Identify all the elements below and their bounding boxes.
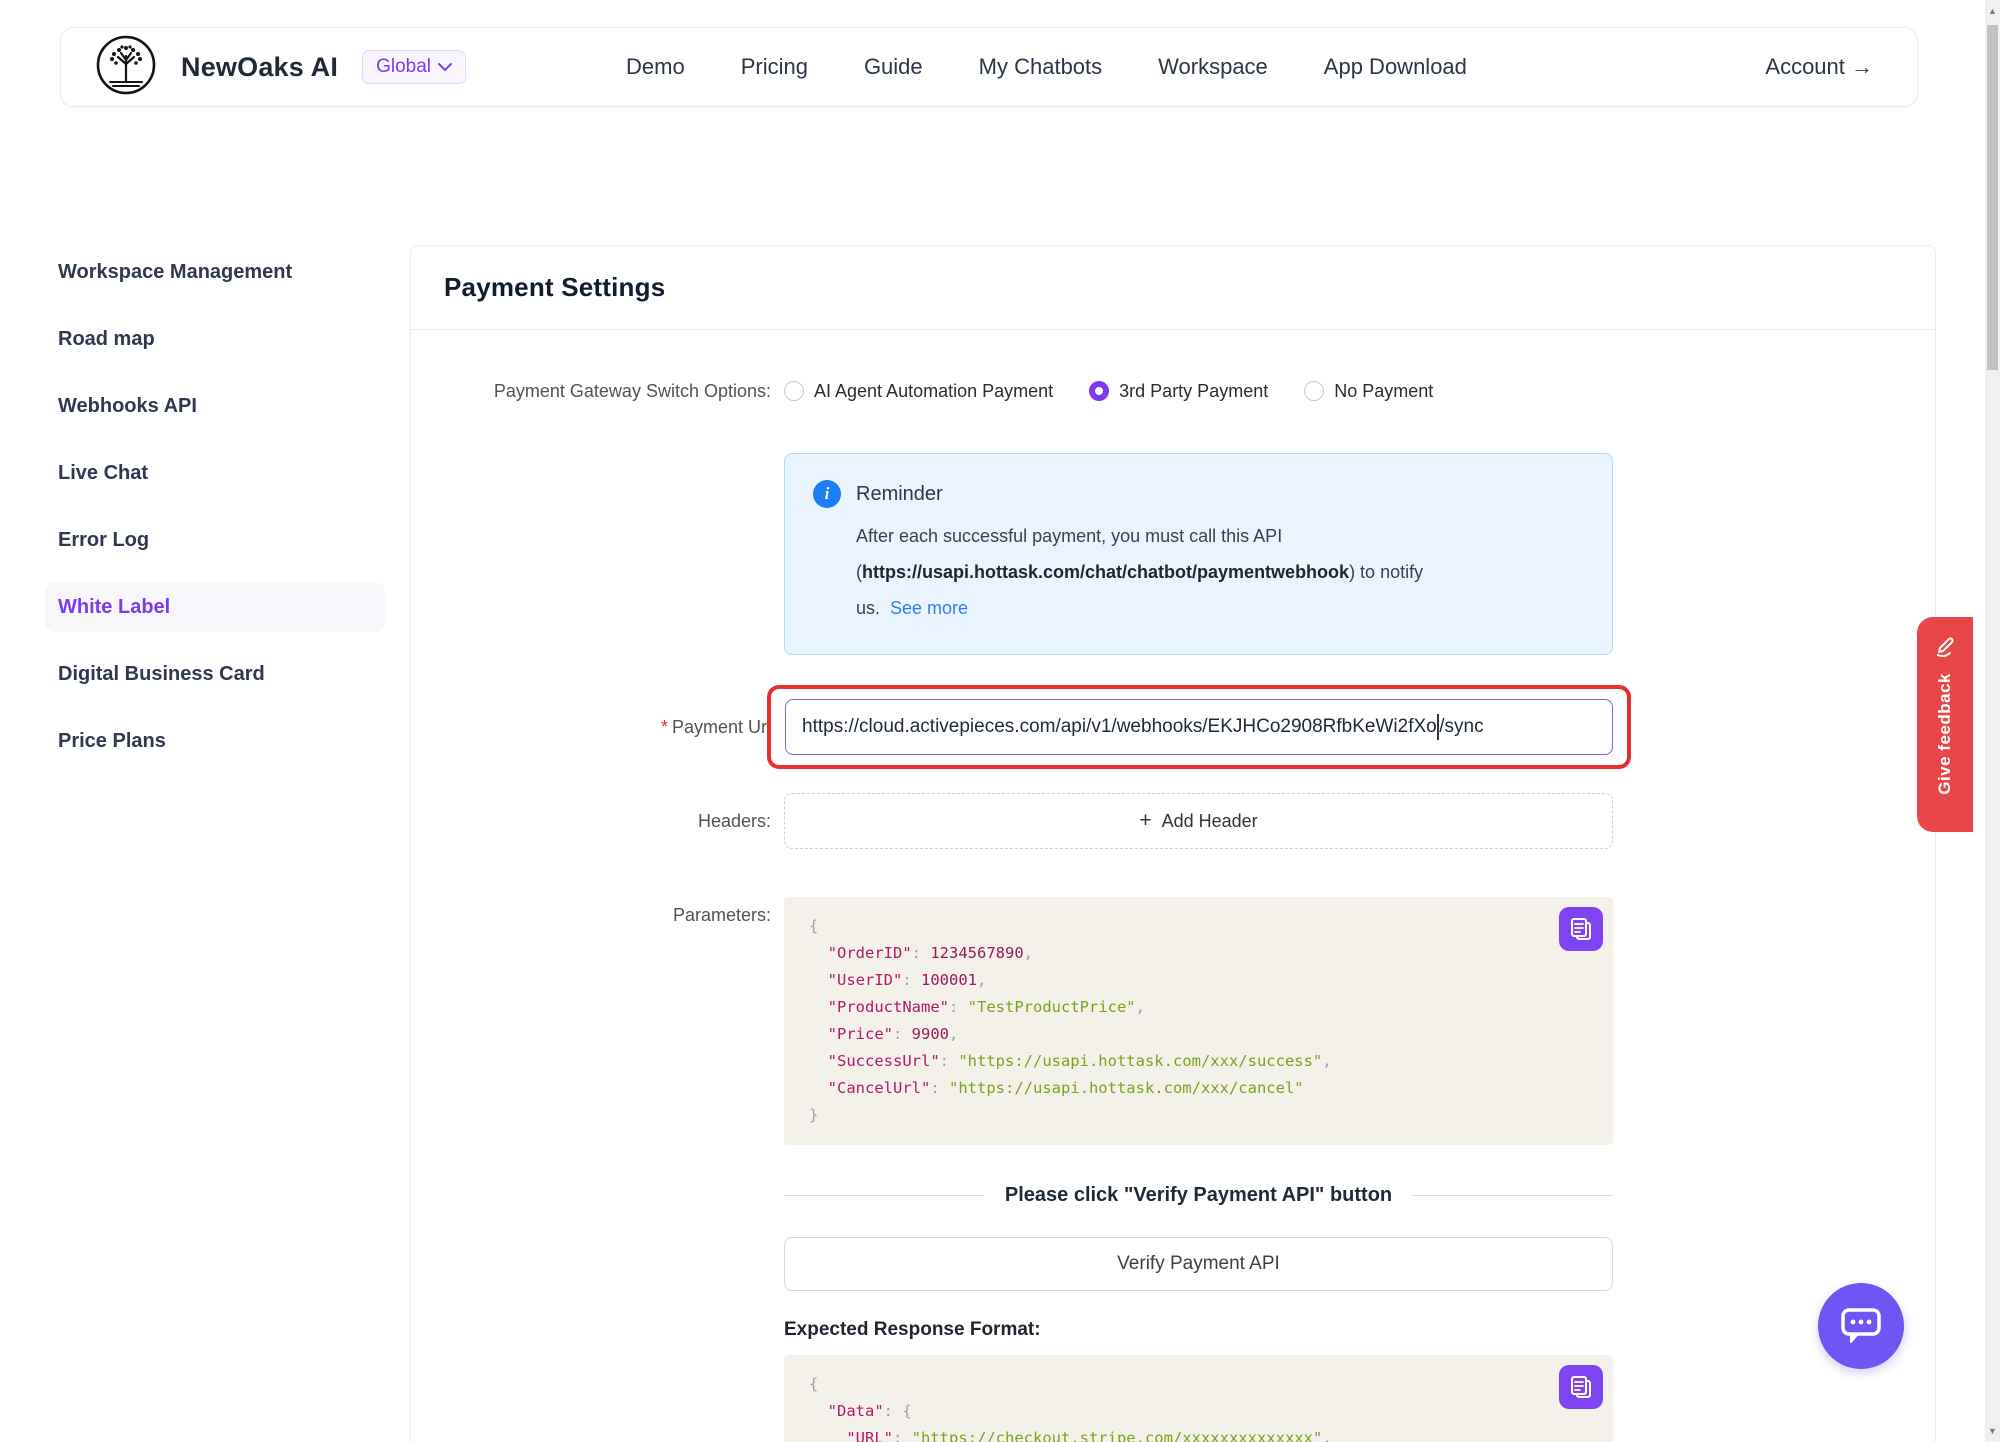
radio-label: 3rd Party Payment (1119, 381, 1268, 402)
sidebar-item-road-map[interactable]: Road map (45, 314, 385, 364)
card-header: Payment Settings (411, 246, 1935, 330)
expected-response-code-block: { "Data": { "URL": "https://checkout.str… (784, 1355, 1613, 1442)
chat-widget-button[interactable] (1818, 1283, 1904, 1369)
gateway-radio-group: AI Agent Automation Payment 3rd Party Pay… (784, 381, 1613, 402)
region-selector-label: Global (376, 56, 431, 78)
scrollbar-down-arrow[interactable]: ▼ (1985, 1426, 2000, 1436)
page-title: Payment Settings (444, 272, 1902, 303)
plus-icon: + (1139, 809, 1151, 833)
payment-settings-card: Payment Settings Payment Gateway Switch … (410, 245, 1936, 1442)
add-header-label: Add Header (1162, 811, 1258, 832)
payment-url-row: *Payment Url https://cloud.activepieces.… (444, 685, 1902, 769)
headers-label: Headers: (444, 811, 771, 832)
brand: NewOaks AI Global (95, 34, 466, 101)
add-header-button[interactable]: + Add Header (784, 793, 1613, 849)
parameters-row: Parameters: { "OrderID": 1234567890, "Us… (444, 897, 1902, 1145)
sidebar-item-workspace-management[interactable]: Workspace Management (45, 247, 385, 297)
copy-icon[interactable] (1559, 907, 1603, 951)
gateway-switch-label: Payment Gateway Switch Options: (444, 381, 771, 402)
sidebar-item-white-label[interactable]: White Label (45, 582, 385, 632)
radio-selected-icon[interactable] (1089, 381, 1109, 401)
radio-label: No Payment (1334, 381, 1433, 402)
radio-option-3rd-party-payment[interactable]: 3rd Party Payment (1089, 381, 1268, 402)
sidebar-item-price-plans[interactable]: Price Plans (45, 716, 385, 766)
sidebar: Workspace Management Road map Webhooks API… (45, 247, 385, 783)
gateway-switch-row: Payment Gateway Switch Options: AI Agent… (444, 374, 1902, 408)
chevron-down-icon (438, 63, 452, 72)
sidebar-item-webhooks-api[interactable]: Webhooks API (45, 381, 385, 431)
reminder-body: After each successful payment, you must … (856, 518, 1584, 626)
headers-row: Headers: + Add Header (444, 793, 1902, 849)
expected-response-row: { "Data": { "URL": "https://checkout.str… (444, 1355, 1902, 1442)
verify-button-row: Verify Payment API (444, 1237, 1902, 1291)
nav-link-demo[interactable]: Demo (626, 54, 685, 80)
see-more-link[interactable]: See more (890, 598, 968, 618)
nav-link-workspace[interactable]: Workspace (1158, 54, 1268, 80)
info-icon: i (813, 480, 841, 508)
annotation-highlight-box: https://cloud.activepieces.com/api/v1/we… (767, 685, 1631, 769)
expected-response-label-row: Expected Response Format: (444, 1319, 1902, 1341)
parameters-label: Parameters: (444, 897, 771, 1145)
nav-links: Demo Pricing Guide My Chatbots Workspace App … (626, 54, 1467, 80)
reminder-row: i Reminder After each successful payment… (444, 453, 1902, 655)
radio-option-no-payment[interactable]: No Payment (1304, 381, 1433, 402)
payment-url-input[interactable]: https://cloud.activepieces.com/api/v1/we… (785, 699, 1613, 755)
give-feedback-label: Give feedback (1935, 673, 1955, 795)
reminder-alert: i Reminder After each successful payment… (784, 453, 1613, 655)
nav-link-my-chatbots[interactable]: My Chatbots (979, 54, 1103, 80)
parameters-code-block: { "OrderID": 1234567890, "UserID": 10000… (784, 897, 1613, 1145)
sidebar-item-live-chat[interactable]: Live Chat (45, 448, 385, 498)
copy-icon[interactable] (1559, 1365, 1603, 1409)
required-mark: * (661, 717, 668, 737)
sidebar-item-error-log[interactable]: Error Log (45, 515, 385, 565)
give-feedback-tab[interactable]: Give feedback (1917, 617, 1973, 832)
radio-option-ai-agent-automation-payment[interactable]: AI Agent Automation Payment (784, 381, 1053, 402)
chat-bubble-icon (1837, 1304, 1885, 1348)
nav-link-guide[interactable]: Guide (864, 54, 923, 80)
account-link[interactable]: Account → (1765, 54, 1873, 80)
nav-link-pricing[interactable]: Pricing (741, 54, 808, 80)
verify-payment-api-button[interactable]: Verify Payment API (784, 1237, 1613, 1291)
reminder-title: Reminder (856, 483, 943, 506)
pencil-icon (1932, 633, 1958, 659)
top-navbar: NewOaks AI Global Demo Pricing Guide My Cha… (60, 27, 1918, 107)
radio-unselected-icon[interactable] (1304, 381, 1324, 401)
card-body: Payment Gateway Switch Options: AI Agent… (411, 330, 1935, 1442)
region-selector[interactable]: Global (362, 50, 466, 84)
scrollbar-up-arrow[interactable]: ▲ (1985, 6, 2000, 16)
verify-instruction-row: Please click "Verify Payment API" button (444, 1181, 1902, 1209)
page: NewOaks AI Global Demo Pricing Guide My Cha… (0, 0, 2000, 1442)
radio-unselected-icon[interactable] (784, 381, 804, 401)
payment-url-label: *Payment Url (444, 717, 771, 738)
vertical-scrollbar[interactable]: ▲ ▼ (1983, 0, 2000, 1442)
nav-link-app-download[interactable]: App Download (1324, 54, 1467, 80)
verify-instruction: Please click "Verify Payment API" button (985, 1184, 1412, 1207)
webhook-api-url: https://usapi.hottask.com/chat/chatbot/p… (862, 562, 1349, 582)
newoaks-logo-icon (95, 34, 157, 101)
brand-name: NewOaks AI (181, 52, 338, 83)
radio-label: AI Agent Automation Payment (814, 381, 1053, 402)
expected-response-label: Expected Response Format: (784, 1319, 1613, 1341)
scrollbar-thumb[interactable] (1987, 25, 1998, 370)
sidebar-item-digital-business-card[interactable]: Digital Business Card (45, 649, 385, 699)
